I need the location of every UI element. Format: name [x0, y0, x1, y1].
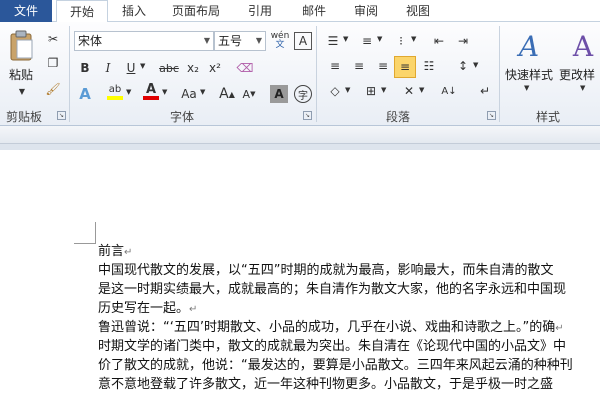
- document-line[interactable]: 意不意地登载了许多散文，近一年这种刊物更多。小品散文，于是乎极一时之盛: [98, 375, 553, 394]
- shading-icon[interactable]: ◇: [326, 82, 344, 100]
- margin-corner-mark: [74, 222, 96, 244]
- document-line[interactable]: 历史写在一起。↵: [98, 299, 197, 319]
- text-effects-icon[interactable]: A: [76, 85, 94, 103]
- document-line[interactable]: 鲁迅曾说：“‘五四’时期散文、小品的成功，几乎在小说、戏曲和诗歌之上。”的确↵: [98, 318, 564, 338]
- chevron-down-icon: ▼: [255, 36, 262, 45]
- paragraph-group-label: 段落: [386, 110, 411, 124]
- change-case-button[interactable]: Aa: [178, 85, 200, 103]
- paragraph-mark-icon: ↵: [189, 304, 198, 315]
- font-size-value: 五号: [218, 34, 243, 48]
- clipboard-icon: [10, 30, 33, 61]
- line-spacing-icon[interactable]: ↕: [454, 57, 472, 75]
- shading-dropdown-icon[interactable]: ▼: [345, 86, 350, 94]
- sort-icon[interactable]: A↓: [440, 82, 458, 100]
- document-line[interactable]: 是这一时期实绩最大，成就最高的；朱自清作为散文大家，他的名字永远和中国现: [98, 280, 566, 299]
- character-shading-icon[interactable]: A: [270, 85, 288, 103]
- quick-styles-dropdown-icon[interactable]: ▼: [524, 84, 529, 92]
- divider: [69, 26, 70, 122]
- decrease-indent-icon[interactable]: ⇤: [430, 32, 448, 50]
- bold-button[interactable]: B: [76, 59, 94, 77]
- multilevel-dropdown-icon[interactable]: ▼: [411, 35, 416, 43]
- borders-dropdown-icon[interactable]: ▼: [381, 86, 386, 94]
- tab-home[interactable]: 开始: [56, 0, 108, 23]
- phonetic-guide-icon[interactable]: wén 文: [270, 30, 290, 52]
- enclose-characters-icon[interactable]: 字: [294, 85, 312, 103]
- chinese-layout-dropdown-icon[interactable]: ▼: [419, 86, 424, 94]
- increase-indent-icon[interactable]: ⇥: [454, 32, 472, 50]
- divider: [316, 26, 317, 122]
- document-line[interactable]: 价了散文的成就，他说：“最发达的，要算是小品散文。三四年来风起云涌的种种刊: [98, 356, 573, 375]
- ribbon-tab-bar: 文件 开始 插入 页面布局 引用 邮件 审阅 视图: [0, 0, 600, 23]
- quick-styles-label[interactable]: 快速样式: [505, 66, 553, 83]
- document-heading[interactable]: 前言↵: [98, 242, 132, 262]
- paste-icon[interactable]: [8, 30, 36, 62]
- change-styles-icon[interactable]: A: [566, 28, 600, 64]
- styles-group-label: 样式: [536, 110, 561, 124]
- quick-styles-icon[interactable]: A: [512, 28, 546, 64]
- borders-icon[interactable]: ⊞: [362, 82, 380, 100]
- tab-mailings[interactable]: 邮件: [292, 0, 336, 22]
- ribbon-home: 粘贴 ▼ ✂ ❐ 🖌 剪贴板 ↘ 宋体 ▼ 五号 ▼ wén 文 A B I U …: [0, 22, 600, 126]
- shrink-font-button[interactable]: A ▼: [240, 85, 258, 103]
- paragraph-launcher-icon[interactable]: ↘: [487, 111, 496, 120]
- bullets-dropdown-icon[interactable]: ▼: [343, 35, 348, 43]
- clear-formatting-icon[interactable]: ⌫: [236, 59, 254, 77]
- font-group-label: 字体: [170, 110, 195, 124]
- copy-icon[interactable]: ❐: [44, 54, 62, 72]
- font-color-dropdown-icon[interactable]: ▼: [162, 88, 167, 96]
- font-name-select[interactable]: 宋体 ▼: [74, 31, 214, 51]
- bullets-icon[interactable]: ☰: [324, 32, 342, 50]
- highlight-color-icon[interactable]: ab: [106, 83, 124, 101]
- document-line[interactable]: 时期文学的诸门类中，散文的成就最为突出。朱自清在《论现代中国的小品文》中: [98, 337, 566, 356]
- ruler[interactable]: [0, 126, 600, 144]
- distributed-icon[interactable]: ☷: [420, 57, 438, 75]
- font-name-value: 宋体: [78, 34, 103, 48]
- numbering-dropdown-icon[interactable]: ▼: [377, 35, 382, 43]
- change-case-dropdown-icon[interactable]: ▼: [200, 88, 205, 96]
- document-line[interactable]: 中国现代散文的发展，以“五四”时期的成就为最高，影响最大，而朱自清的散文: [98, 261, 553, 280]
- italic-button[interactable]: I: [99, 59, 117, 77]
- chevron-down-icon: ▼: [203, 36, 210, 45]
- strikethrough-button[interactable]: abc: [157, 59, 181, 77]
- clipboard-launcher-icon[interactable]: ↘: [57, 111, 66, 120]
- line-spacing-dropdown-icon[interactable]: ▼: [473, 61, 478, 69]
- format-painter-icon[interactable]: 🖌: [44, 80, 62, 98]
- character-border-icon[interactable]: A: [294, 32, 312, 50]
- change-styles-dropdown-icon[interactable]: ▼: [580, 84, 585, 92]
- align-center-icon[interactable]: ≡: [350, 57, 368, 75]
- paragraph-mark-icon: ↵: [124, 247, 133, 258]
- tab-page-layout[interactable]: 页面布局: [164, 0, 228, 22]
- tab-insert[interactable]: 插入: [112, 0, 156, 22]
- divider: [499, 26, 500, 122]
- document-page[interactable]: 前言↵ 中国现代散文的发展，以“五四”时期的成就为最高，影响最大，而朱自清的散文是…: [0, 150, 600, 400]
- grow-font-button[interactable]: A ▲: [218, 85, 236, 103]
- grow-font-label: A: [219, 86, 229, 102]
- tab-review[interactable]: 审阅: [344, 0, 388, 22]
- paste-dropdown-icon[interactable]: ▼: [13, 82, 31, 100]
- clipboard-group-label: 剪贴板: [6, 110, 43, 124]
- align-right-icon[interactable]: ≡: [374, 57, 392, 75]
- align-left-icon[interactable]: ≡: [326, 57, 344, 75]
- font-size-select[interactable]: 五号 ▼: [214, 31, 266, 51]
- tab-view[interactable]: 视图: [396, 0, 440, 22]
- cut-icon[interactable]: ✂: [44, 30, 62, 48]
- font-color-icon[interactable]: A: [142, 83, 160, 101]
- tab-references[interactable]: 引用: [238, 0, 282, 22]
- change-styles-label[interactable]: 更改样: [559, 66, 600, 83]
- paste-label[interactable]: 粘贴: [9, 66, 33, 83]
- underline-button[interactable]: U: [122, 59, 140, 77]
- show-marks-icon[interactable]: ↵: [476, 82, 494, 100]
- shrink-font-label: A: [242, 87, 251, 101]
- font-launcher-icon[interactable]: ↘: [303, 111, 312, 120]
- paragraph-mark-icon: ↵: [555, 323, 564, 334]
- numbering-icon[interactable]: ≡: [358, 32, 376, 50]
- multilevel-list-icon[interactable]: ⁝: [392, 32, 410, 50]
- tab-file[interactable]: 文件: [0, 0, 52, 22]
- underline-dropdown-icon[interactable]: ▼: [140, 62, 145, 70]
- chinese-layout-icon[interactable]: ✕: [400, 82, 418, 100]
- justify-icon[interactable]: ≡: [394, 56, 416, 78]
- subscript-button[interactable]: x₂: [184, 59, 202, 77]
- superscript-button[interactable]: x²: [206, 59, 224, 77]
- highlight-dropdown-icon[interactable]: ▼: [126, 88, 131, 96]
